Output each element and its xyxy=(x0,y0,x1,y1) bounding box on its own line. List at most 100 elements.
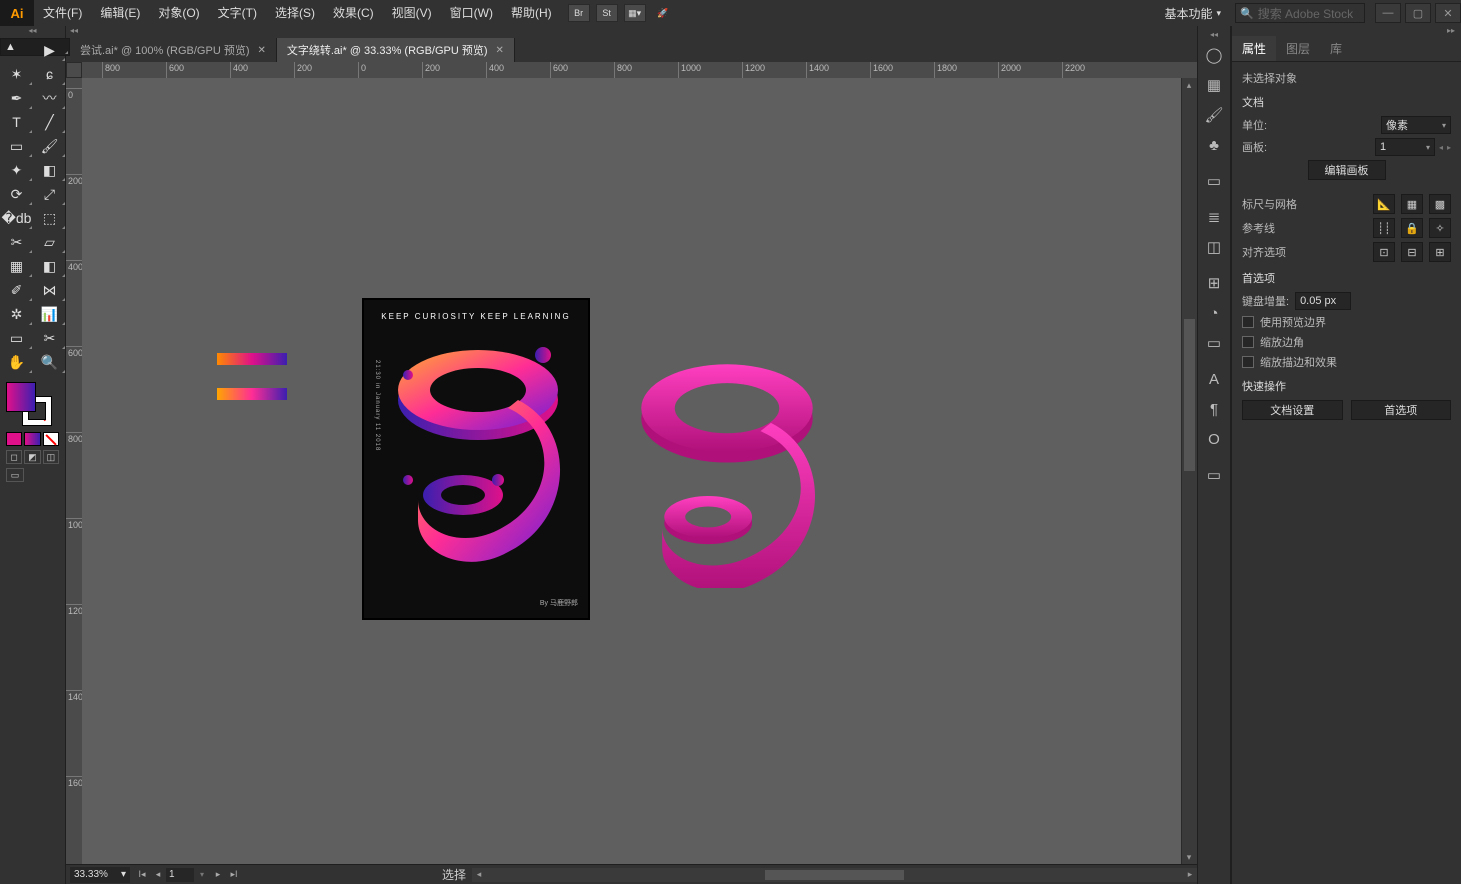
menu-window[interactable]: 窗口(W) xyxy=(441,0,502,26)
menu-object[interactable]: 对象(O) xyxy=(149,0,208,26)
transform-icon[interactable]: ⊞ xyxy=(1197,268,1231,298)
menu-file[interactable]: 文件(F) xyxy=(34,0,91,26)
perspective-tool[interactable]: ▱ xyxy=(33,230,66,254)
line-tool[interactable]: ╱ xyxy=(33,110,66,134)
doc-tab-2[interactable]: 文字绕转.ai* @ 33.33% (RGB/GPU 预览) ✕ xyxy=(277,38,515,62)
hand-tool[interactable]: ✋ xyxy=(0,350,33,374)
transparency-grid-icon[interactable]: ▩ xyxy=(1429,194,1451,214)
type-tool[interactable]: T xyxy=(0,110,33,134)
gradient-mode-swatch[interactable] xyxy=(24,432,40,446)
menu-effect[interactable]: 效果(C) xyxy=(324,0,383,26)
appearance-icon[interactable]: ◔ xyxy=(1197,298,1231,328)
artboard-number-field[interactable]: 1 xyxy=(166,868,194,882)
magic-wand-tool[interactable]: ✶ xyxy=(0,62,33,86)
bridge-icon[interactable]: Br xyxy=(568,4,590,22)
tab-properties[interactable]: 属性 xyxy=(1232,36,1276,61)
menu-help[interactable]: 帮助(H) xyxy=(502,0,561,26)
swatches-icon[interactable]: ▦ xyxy=(1197,70,1231,100)
edit-artboard-button[interactable]: 编辑画板 xyxy=(1308,160,1386,180)
draw-behind-icon[interactable]: ◩ xyxy=(24,450,40,464)
none-mode-swatch[interactable] xyxy=(43,432,59,446)
artboard-prev-tri-icon[interactable]: ◂ xyxy=(1439,143,1443,152)
character-icon[interactable]: A xyxy=(1197,364,1231,394)
artboard-next-tri-icon[interactable]: ▸ xyxy=(1447,143,1451,152)
eyedropper-tool[interactable]: ✐ xyxy=(0,278,33,302)
screen-mode-icon[interactable]: ▭ xyxy=(6,468,24,482)
panel-collapse[interactable]: ▸▸ xyxy=(1232,26,1461,36)
close-icon[interactable]: ✕ xyxy=(496,45,504,56)
snap-grid-icon[interactable]: ⊞ xyxy=(1429,242,1451,262)
strip-collapse[interactable]: ◂◂ xyxy=(1210,30,1218,40)
artboard-1[interactable]: KEEP CURIOSITY KEEP LEARNING 21:30 in Ja… xyxy=(362,298,590,620)
paragraph-icon[interactable]: ¶ xyxy=(1197,394,1231,424)
scroll-left-icon[interactable]: ◂ xyxy=(472,868,486,882)
scroll-up-icon[interactable]: ▴ xyxy=(1182,78,1196,92)
close-icon[interactable]: ✕ xyxy=(257,45,265,56)
ruler-toggle-icon[interactable]: 📐 xyxy=(1373,194,1395,214)
pen-tool[interactable]: ✒ xyxy=(0,86,33,110)
preferences-button[interactable]: 首选项 xyxy=(1351,400,1452,420)
align-icon[interactable]: ≣ xyxy=(1197,202,1231,232)
scale-tool[interactable]: ⤢ xyxy=(33,182,66,206)
symbols-icon[interactable]: ♣ xyxy=(1197,130,1231,160)
vertical-scrollbar[interactable]: ▴ ▾ xyxy=(1181,78,1197,864)
tabbar-collapse[interactable]: ◂◂ xyxy=(66,26,1197,38)
slice-tool[interactable]: ✂ xyxy=(33,326,66,350)
blend-tool[interactable]: ⋈ xyxy=(33,278,66,302)
snap-point-icon[interactable]: ⊟ xyxy=(1401,242,1423,262)
artboard-select[interactable]: 1▾ xyxy=(1375,138,1435,156)
tab-layers[interactable]: 图层 xyxy=(1276,36,1320,61)
horizontal-ruler[interactable]: 8006004002000200400600800100012001400160… xyxy=(82,62,1181,78)
curvature-tool[interactable]: 〰 xyxy=(33,86,66,110)
vertical-ruler[interactable]: 02004006008001000120014001600 xyxy=(66,78,82,864)
scroll-right-icon[interactable]: ▸ xyxy=(1183,868,1197,882)
rectangle-tool[interactable]: ▭ xyxy=(0,134,33,158)
artboard-tool[interactable]: ▭ xyxy=(0,326,33,350)
checkbox-scale-strokes[interactable]: 缩放描边和效果 xyxy=(1242,354,1451,370)
pink-3d-shape[interactable] xyxy=(622,358,832,588)
checkbox-preview-bounds[interactable]: 使用预览边界 xyxy=(1242,314,1451,330)
lasso-tool[interactable]: ɕ xyxy=(33,62,66,86)
draw-normal-icon[interactable]: ◻ xyxy=(6,450,22,464)
width-tool[interactable]: �db xyxy=(0,206,33,230)
artboard-dropdown-icon[interactable]: ▾ xyxy=(195,868,209,882)
transparency-icon[interactable]: ▭ xyxy=(1197,460,1231,490)
artboard-prev-icon[interactable]: ◂ xyxy=(151,868,165,882)
stock-icon[interactable]: St xyxy=(596,4,618,22)
symbol-sprayer-tool[interactable]: ✲ xyxy=(0,302,33,326)
minimize-button[interactable]: — xyxy=(1375,3,1401,23)
direct-selection-tool[interactable]: ▶ xyxy=(33,38,66,62)
zoom-tool[interactable]: 🔍 xyxy=(33,350,66,374)
eraser-tool[interactable]: ◧ xyxy=(33,158,66,182)
toolbox-collapse[interactable]: ◂◂ xyxy=(0,26,65,38)
snap-pixel-icon[interactable]: ⊡ xyxy=(1373,242,1395,262)
smart-guides-icon[interactable]: ✧ xyxy=(1429,218,1451,238)
key-increment-input[interactable]: 0.05 px xyxy=(1295,292,1351,310)
guides-lock-icon[interactable]: 🔒 xyxy=(1401,218,1423,238)
fill-stroke-indicator[interactable] xyxy=(6,382,52,426)
stroke-icon[interactable]: ▭ xyxy=(1197,166,1231,196)
paintbrush-tool[interactable]: 🖌 xyxy=(33,134,66,158)
brushes-icon[interactable]: 🖌 xyxy=(1197,100,1231,130)
pathfinder-icon[interactable]: ◫ xyxy=(1197,232,1231,262)
checkbox-scale-corners[interactable]: 缩放边角 xyxy=(1242,334,1451,350)
close-button[interactable]: ✕ xyxy=(1435,3,1461,23)
color-icon[interactable]: ◯ xyxy=(1197,40,1231,70)
gpu-icon[interactable]: 🚀 xyxy=(652,4,674,22)
opentype-icon[interactable]: O xyxy=(1197,424,1231,454)
menu-view[interactable]: 视图(V) xyxy=(383,0,441,26)
unit-select[interactable]: 像素▾ xyxy=(1381,116,1451,134)
artboard-next-icon[interactable]: ▸ xyxy=(211,868,225,882)
horizontal-scrollbar[interactable]: ◂ ▸ xyxy=(472,868,1197,882)
scroll-thumb[interactable] xyxy=(765,870,904,880)
graph-tool[interactable]: 📊 xyxy=(33,302,66,326)
scroll-down-icon[interactable]: ▾ xyxy=(1182,850,1196,864)
artboard-first-icon[interactable]: I◂ xyxy=(135,868,149,882)
artboard-last-icon[interactable]: ▸I xyxy=(227,868,241,882)
search-stock-input[interactable]: 🔍 搜索 Adobe Stock xyxy=(1235,3,1365,23)
menu-select[interactable]: 选择(S) xyxy=(266,0,324,26)
arrange-docs-icon[interactable]: ▦▾ xyxy=(624,4,646,22)
workspace-selector[interactable]: 基本功能 ▾ xyxy=(1156,0,1229,26)
tab-libraries[interactable]: 库 xyxy=(1320,36,1352,61)
gradient-sample-2[interactable] xyxy=(217,388,287,400)
